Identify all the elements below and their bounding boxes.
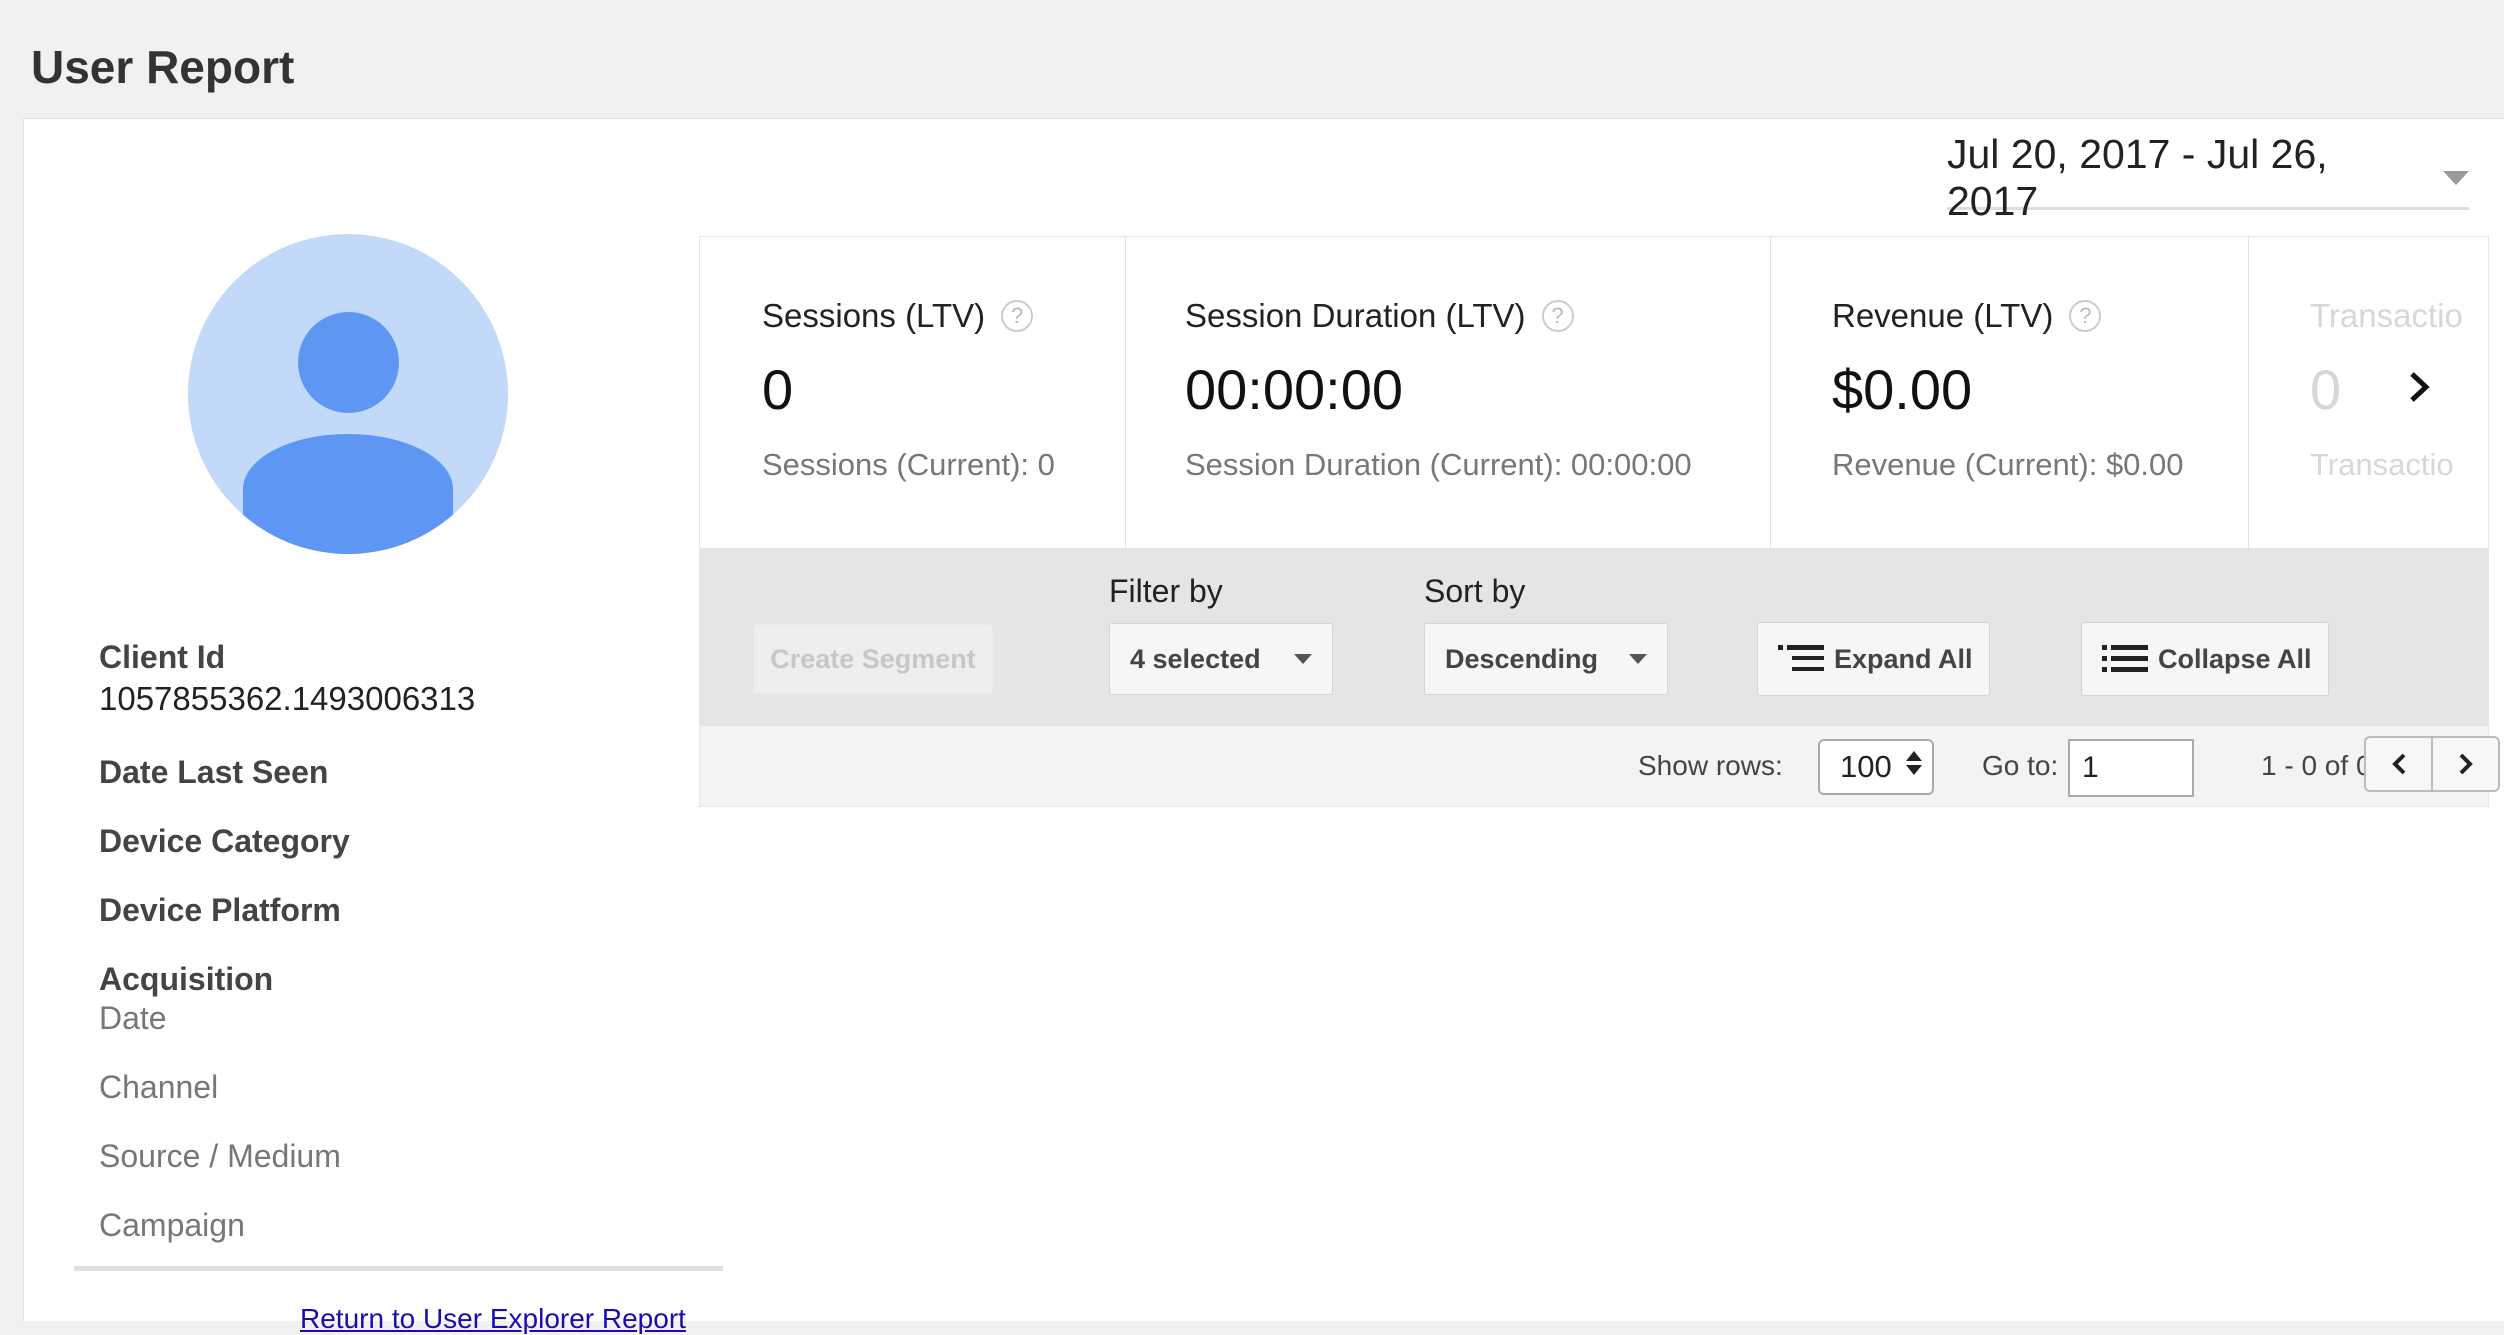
pagination-bar: Show rows: 100 Go to: 1 - 0 of 0 bbox=[699, 725, 2500, 807]
spinner-arrows-icon bbox=[1906, 751, 1922, 775]
acquisition-campaign: Campaign bbox=[99, 1207, 245, 1243]
device-platform-label: Device Platform bbox=[99, 892, 341, 928]
report-panel: Jul 20, 2017 - Jul 26, 2017 Client Id 10… bbox=[23, 118, 2504, 1334]
collapse-all-button[interactable]: Collapse All bbox=[2081, 622, 2329, 696]
metric-current: Transactio bbox=[2310, 447, 2454, 482]
user-info: Client Id 1057855362.1493006313 Date Las… bbox=[99, 639, 719, 1244]
caret-down-icon bbox=[1629, 654, 1647, 664]
metric-label: Revenue (LTV) bbox=[1832, 297, 2054, 334]
collapse-list-icon bbox=[2102, 645, 2148, 672]
metric-card-session-duration: Session Duration (LTV) ? 00:00:00 Sessio… bbox=[1125, 237, 1770, 549]
create-segment-button[interactable]: Create Segment bbox=[753, 624, 993, 694]
metric-current: Sessions (Current): 0 bbox=[762, 447, 1055, 482]
collapse-all-label: Collapse All bbox=[2158, 643, 2312, 674]
client-id-label: Client Id bbox=[99, 639, 226, 675]
acquisition-source-medium: Source / Medium bbox=[99, 1138, 341, 1174]
sort-dropdown[interactable]: Descending bbox=[1424, 623, 1668, 695]
metric-cards: Sessions (LTV) ? 0 Sessions (Current): 0… bbox=[699, 236, 2489, 550]
date-range-label: Jul 20, 2017 - Jul 26, 2017 bbox=[1947, 131, 2328, 224]
help-icon[interactable]: ? bbox=[1541, 300, 1574, 332]
sort-value: Descending bbox=[1445, 643, 1599, 674]
date-last-seen-label: Date Last Seen bbox=[99, 754, 329, 790]
metric-value: 00:00:00 bbox=[1185, 358, 1403, 421]
acquisition-channel: Channel bbox=[99, 1069, 219, 1105]
next-page-button[interactable] bbox=[2431, 736, 2500, 792]
show-rows-label: Show rows: bbox=[1638, 750, 1783, 781]
device-category-label: Device Category bbox=[99, 823, 350, 859]
metric-value: $0.00 bbox=[1832, 358, 1973, 421]
metric-card-sessions: Sessions (LTV) ? 0 Sessions (Current): 0 bbox=[700, 237, 1125, 549]
filter-value: 4 selected bbox=[1130, 643, 1261, 674]
acquisition-date: Date bbox=[99, 1000, 167, 1036]
left-divider bbox=[74, 1266, 723, 1271]
expand-all-label: Expand All bbox=[1834, 643, 1973, 674]
metric-card-revenue: Revenue (LTV) ? $0.00 Revenue (Current):… bbox=[1770, 237, 2248, 549]
chevron-right-icon bbox=[2459, 753, 2473, 775]
goto-label: Go to: bbox=[1982, 750, 2059, 781]
report-toolbar: Create Segment Filter by 4 selected Sort… bbox=[699, 548, 2489, 725]
metric-current: Revenue (Current): $0.00 bbox=[1832, 447, 2184, 482]
expand-all-button[interactable]: Expand All bbox=[1757, 622, 1990, 696]
metric-label: Sessions (LTV) bbox=[762, 297, 986, 334]
client-id-value: 1057855362.1493006313 bbox=[99, 680, 476, 717]
metric-value: 0 bbox=[2310, 358, 2342, 421]
filter-dropdown[interactable]: 4 selected bbox=[1109, 623, 1333, 695]
metric-label: Transactio bbox=[2310, 297, 2463, 334]
create-segment-label: Create Segment bbox=[770, 643, 976, 674]
caret-down-icon bbox=[1294, 654, 1312, 664]
date-range-picker[interactable]: Jul 20, 2017 - Jul 26, 2017 bbox=[1947, 131, 2469, 224]
help-icon[interactable]: ? bbox=[2069, 300, 2102, 332]
caret-down-icon bbox=[2443, 171, 2469, 185]
acquisition-label: Acquisition bbox=[99, 961, 274, 997]
help-icon[interactable]: ? bbox=[1001, 300, 1034, 332]
expand-list-icon bbox=[1778, 645, 1824, 671]
sort-by-label: Sort by bbox=[1424, 573, 1526, 609]
metric-label: Session Duration (LTV) bbox=[1185, 297, 1526, 334]
chevron-left-icon bbox=[2391, 753, 2405, 775]
page-range-text: 1 - 0 of 0 bbox=[2261, 750, 2372, 781]
return-to-user-explorer-link[interactable]: Return to User Explorer Report bbox=[300, 1303, 686, 1335]
avatar-body-shape bbox=[243, 434, 453, 554]
show-rows-value: 100 bbox=[1840, 749, 1892, 784]
avatar-head-shape bbox=[298, 312, 399, 413]
user-avatar bbox=[188, 234, 508, 554]
next-metrics-button[interactable] bbox=[2395, 362, 2445, 412]
show-rows-select[interactable]: 100 bbox=[1818, 739, 1934, 795]
chevron-right-icon bbox=[2410, 372, 2430, 402]
goto-page-input[interactable] bbox=[2068, 739, 2194, 797]
filter-by-label: Filter by bbox=[1109, 573, 1223, 609]
metric-card-transactions: Transactio 0 Transactio bbox=[2248, 237, 2488, 549]
metric-current: Session Duration (Current): 00:00:00 bbox=[1185, 447, 1692, 482]
metric-value: 0 bbox=[762, 358, 794, 421]
previous-page-button[interactable] bbox=[2364, 736, 2433, 792]
page-title: User Report bbox=[31, 41, 295, 93]
